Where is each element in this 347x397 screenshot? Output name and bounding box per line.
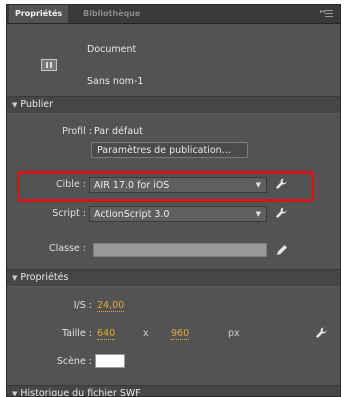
profile-label: Profil : — [62, 126, 92, 137]
document-type-label: Document — [87, 44, 137, 55]
stage-width-value[interactable]: 640 — [97, 328, 116, 340]
section-publish-title: Publier — [20, 99, 54, 110]
section-swf-history-title: Historique du fichier SWF — [20, 388, 141, 397]
panel-menu-icon[interactable]: ▸▸ — [320, 8, 334, 20]
class-label: Classe : — [48, 243, 86, 254]
fps-label: I/S : — [73, 300, 92, 311]
script-label: Script : — [52, 208, 86, 219]
script-dropdown[interactable]: ActionScript 3.0 ▼ — [89, 206, 267, 222]
properties-panel: Propriétés Bibliothèque ▸▸ Document Sans… — [6, 4, 341, 397]
panel-tab-bar: Propriétés Bibliothèque ▸▸ — [7, 5, 340, 24]
size-times-sign: x — [143, 328, 149, 339]
target-highlight-box — [17, 171, 314, 202]
collapse-triangle-icon: ▼ — [12, 101, 18, 109]
tab-library[interactable]: Bibliothèque — [77, 5, 146, 23]
size-unit: px — [228, 328, 240, 339]
size-label: Taille : — [61, 328, 92, 339]
edit-class-pencil-icon[interactable] — [275, 243, 289, 257]
document-name: Sans nom-1 — [87, 76, 144, 87]
fps-value[interactable]: 24,00 — [97, 300, 125, 312]
collapse-arrows-icon: ▸▸ — [320, 8, 327, 15]
section-properties-title: Propriétés — [20, 272, 69, 283]
stage-label: Scène : — [56, 356, 92, 367]
profile-value: Par défaut — [94, 126, 143, 137]
stage-color-swatch[interactable] — [95, 354, 125, 368]
script-dropdown-value: ActionScript 3.0 — [94, 209, 170, 220]
section-publish-header[interactable]: ▼ Publier — [7, 96, 340, 114]
section-swf-history-header[interactable]: ▼ Historique du fichier SWF — [7, 385, 340, 397]
section-properties-header[interactable]: ▼ Propriétés — [7, 269, 340, 287]
document-icon — [41, 59, 57, 71]
collapse-triangle-icon: ▼ — [12, 274, 18, 282]
collapse-triangle-icon: ▼ — [12, 390, 18, 397]
publish-settings-button[interactable]: Paramètres de publication... — [91, 142, 248, 158]
size-settings-wrench-icon[interactable] — [314, 326, 328, 340]
dropdown-arrow-icon: ▼ — [255, 210, 261, 218]
class-input[interactable] — [93, 243, 267, 257]
script-settings-wrench-icon[interactable] — [274, 206, 288, 220]
stage-height-value[interactable]: 960 — [171, 328, 190, 340]
tab-properties[interactable]: Propriétés — [9, 5, 69, 23]
